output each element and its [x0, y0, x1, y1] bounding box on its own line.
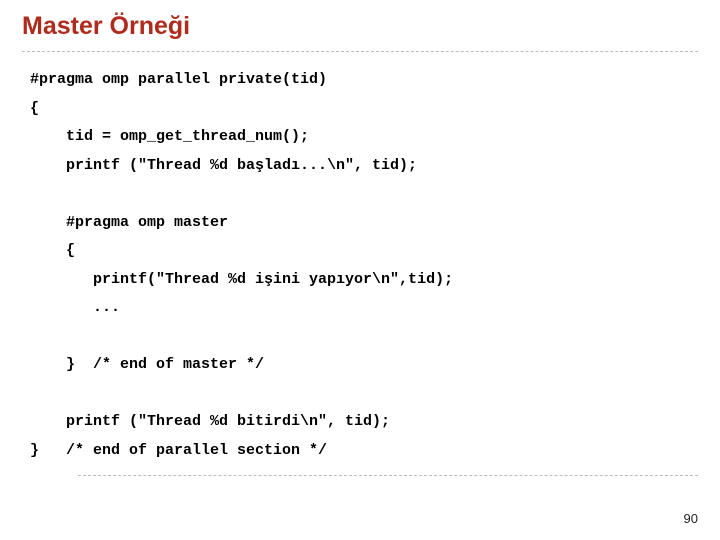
code-block: #pragma omp parallel private(tid) { tid … — [0, 66, 720, 465]
divider-bottom — [78, 475, 698, 476]
slide-title: Master Örneği — [0, 0, 720, 51]
divider-top — [22, 51, 698, 52]
page-number: 90 — [684, 511, 698, 526]
